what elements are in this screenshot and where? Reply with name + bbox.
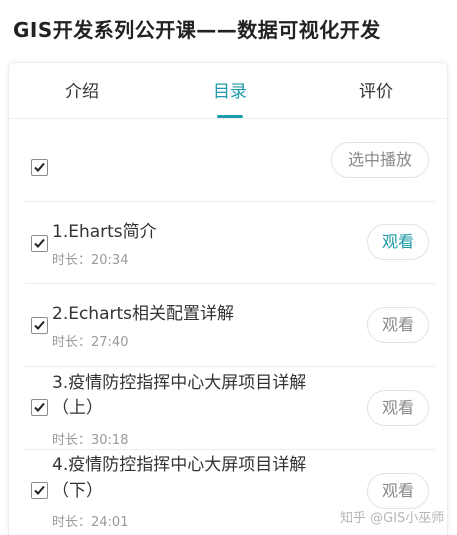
lesson-duration: 时长：20:34 (52, 253, 129, 268)
row-divider (25, 201, 435, 202)
check-icon (34, 162, 45, 172)
tab-catalog[interactable]: 目录 (213, 77, 247, 102)
lesson-title: 1.Eharts简介 (52, 222, 157, 242)
check-icon (34, 402, 45, 412)
lesson-checkbox[interactable] (31, 399, 48, 416)
tab-bar: 介绍 目录 评价 (9, 63, 447, 119)
tab-reviews[interactable]: 评价 (359, 77, 393, 102)
lesson-title: 4.疫情防控指挥中心大屏项目详解 (52, 455, 307, 475)
row-divider (25, 283, 435, 284)
lesson-checkbox[interactable] (31, 482, 48, 499)
watch-button[interactable]: 观看 (367, 473, 429, 509)
check-icon (34, 320, 45, 330)
play-selected-button[interactable]: 选中播放 (331, 142, 429, 178)
lesson-duration: 时长：24:01 (52, 515, 129, 530)
page-title: GIS开发系列公开课——数据可视化开发 (13, 18, 381, 42)
tab-intro[interactable]: 介绍 (65, 77, 99, 102)
row-divider (25, 449, 435, 450)
watch-button[interactable]: 观看 (367, 307, 429, 343)
select-all-checkbox[interactable] (31, 159, 48, 176)
lesson-title: 3.疫情防控指挥中心大屏项目详解 (52, 373, 307, 393)
watch-button[interactable]: 观看 (367, 390, 429, 426)
lesson-duration: 时长：30:18 (52, 433, 129, 448)
check-icon (34, 238, 45, 248)
lesson-title-continued: （上） (52, 398, 103, 418)
active-tab-indicator (217, 115, 243, 118)
lesson-duration: 时长：27:40 (52, 335, 129, 350)
check-icon (34, 485, 45, 495)
watermark: 知乎 @GIS小巫师 (340, 511, 445, 526)
lesson-title-continued: （下） (52, 481, 103, 501)
lesson-title: 2.Echarts相关配置详解 (52, 304, 235, 324)
lesson-checkbox[interactable] (31, 317, 48, 334)
lesson-checkbox[interactable] (31, 235, 48, 252)
row-divider (25, 366, 435, 367)
course-card: 介绍 目录 评价 选中播放 1.Eharts简介 时长：20:34 观看 2.E… (8, 62, 448, 535)
watch-button[interactable]: 观看 (367, 224, 429, 260)
